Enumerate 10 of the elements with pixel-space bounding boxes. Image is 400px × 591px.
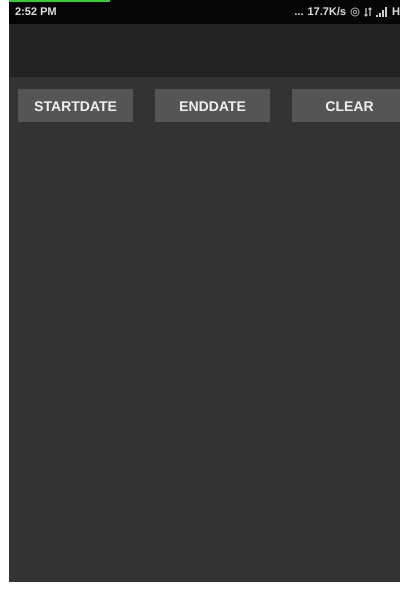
status-time: 2:52 PM — [15, 6, 57, 18]
date-button[interactable]: STARTDATE — [18, 89, 133, 122]
date-button[interactable]: CLEAR — [292, 89, 400, 122]
network-speed: 17.7K/s — [308, 6, 346, 18]
data-arrows-icon — [364, 7, 372, 17]
network-type: H — [392, 6, 400, 18]
signal-icon — [376, 7, 388, 17]
date-button[interactable]: ENDDATE — [155, 89, 270, 122]
hotspot-icon — [350, 7, 360, 17]
status-dots: ... — [294, 6, 304, 18]
